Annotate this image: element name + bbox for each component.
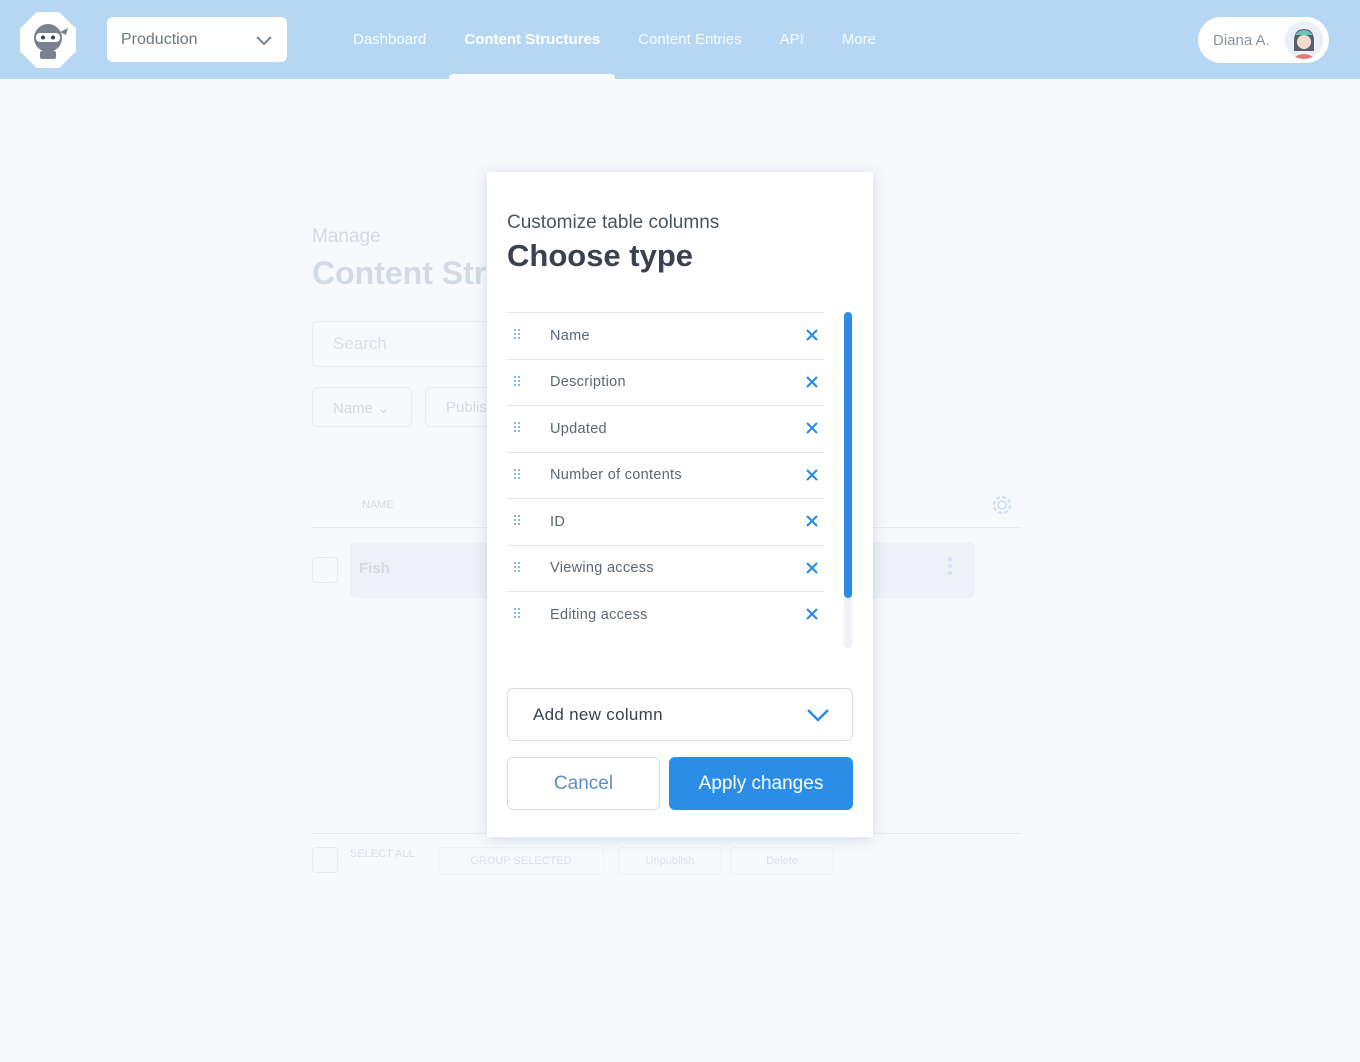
user-menu[interactable]: Diana A. xyxy=(1198,17,1329,63)
apply-changes-button[interactable]: Apply changes xyxy=(669,757,853,810)
column-label: Viewing access xyxy=(550,560,654,577)
drag-handle-icon[interactable] xyxy=(513,328,521,340)
nav-content-entries[interactable]: Content Entries xyxy=(619,0,760,79)
group-selected-label: GROUP SELECTED xyxy=(470,855,572,867)
close-icon[interactable] xyxy=(804,420,820,436)
unpublish-label: Unpublish xyxy=(645,855,695,867)
drag-handle-icon[interactable] xyxy=(513,514,521,526)
cancel-button[interactable]: Cancel xyxy=(507,757,660,810)
drag-handle-icon[interactable] xyxy=(513,561,521,573)
drag-handle-icon[interactable] xyxy=(513,421,521,433)
chevron-down-icon xyxy=(807,709,829,722)
dialog-subtitle: Customize table columns xyxy=(507,212,720,233)
column-label: Number of contents xyxy=(550,467,682,484)
add-new-column-select[interactable]: Add new column xyxy=(507,688,853,741)
list-item[interactable]: Editing access xyxy=(507,591,824,638)
delete-button[interactable]: Delete xyxy=(730,847,834,875)
group-selected-select[interactable]: GROUP SELECTED xyxy=(438,847,604,875)
add-new-column-label: Add new column xyxy=(533,704,663,724)
gear-icon[interactable] xyxy=(989,492,1015,523)
list-item[interactable]: Name xyxy=(507,312,824,359)
select-all-checkbox[interactable] xyxy=(312,847,338,873)
column-label: Editing access xyxy=(550,606,648,623)
list-item[interactable]: Number of contents xyxy=(507,451,824,499)
close-icon[interactable] xyxy=(804,374,820,390)
close-icon[interactable] xyxy=(804,560,820,576)
environment-select[interactable]: Production xyxy=(107,17,287,62)
nav-content-structures[interactable]: Content Structures xyxy=(445,0,619,79)
nav-api[interactable]: API xyxy=(761,0,823,79)
name-filter[interactable]: Name ⌄ xyxy=(312,387,412,427)
drag-handle-icon[interactable] xyxy=(513,375,521,387)
main-nav: Dashboard Content Structures Content Ent… xyxy=(334,0,895,79)
column-list-scrollbar[interactable] xyxy=(844,312,852,648)
delete-label: Delete xyxy=(766,855,798,867)
list-item[interactable]: Description xyxy=(507,358,824,406)
close-icon[interactable] xyxy=(804,467,820,483)
list-item[interactable]: ID xyxy=(507,498,824,545)
row-name: Fish xyxy=(359,560,390,577)
column-label: Description xyxy=(550,374,626,391)
search-input[interactable]: Search xyxy=(312,321,502,367)
drag-handle-icon[interactable] xyxy=(513,468,521,480)
scrollbar-thumb[interactable] xyxy=(844,312,852,598)
column-label: ID xyxy=(550,513,566,530)
close-icon[interactable] xyxy=(804,513,820,529)
user-name: Diana A. xyxy=(1213,31,1270,49)
select-all-label: SELECT ALL xyxy=(350,848,415,860)
list-item[interactable]: Updated xyxy=(507,405,824,452)
close-icon[interactable] xyxy=(804,606,820,622)
drag-handle-icon[interactable] xyxy=(513,607,521,619)
dialog-title: Choose type xyxy=(507,238,694,273)
close-icon[interactable] xyxy=(804,327,820,343)
column-list: Name Description Updated Number of conte… xyxy=(507,312,824,638)
column-header-name[interactable]: NAME xyxy=(362,499,394,511)
column-label: Updated xyxy=(550,420,607,437)
top-navigation-bar: Production Dashboard Content Structures … xyxy=(0,0,1360,79)
name-filter-label: Name xyxy=(333,400,374,417)
avatar xyxy=(1285,21,1323,59)
unpublish-button[interactable]: Unpublish xyxy=(618,847,722,875)
chevron-down-icon xyxy=(256,36,272,46)
row-more-icon[interactable] xyxy=(948,557,954,578)
nav-dashboard[interactable]: Dashboard xyxy=(334,0,445,79)
list-item[interactable]: Viewing access xyxy=(507,544,824,592)
ninja-logo-icon[interactable] xyxy=(20,12,76,68)
customize-columns-dialog: Customize table columns Choose type Name… xyxy=(487,172,873,837)
row-checkbox[interactable] xyxy=(312,557,338,583)
nav-more[interactable]: More xyxy=(823,0,895,79)
environment-value: Production xyxy=(121,30,198,48)
page-supertitle: Manage xyxy=(312,226,381,247)
column-label: Name xyxy=(550,327,590,344)
